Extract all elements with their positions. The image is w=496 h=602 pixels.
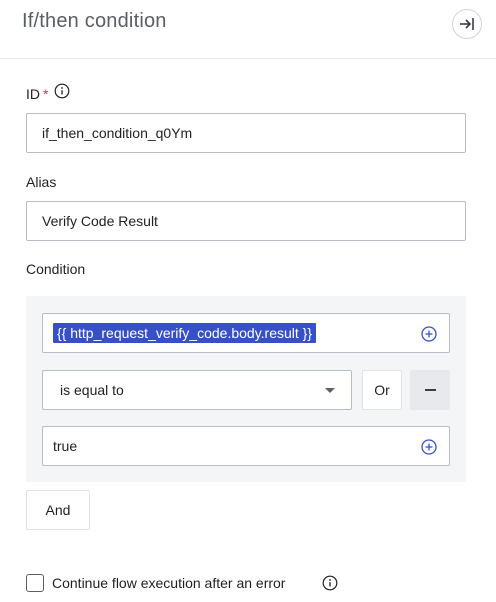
id-label: ID * bbox=[26, 86, 49, 102]
condition-group: {{ http_request_verify_code.body.result … bbox=[26, 296, 466, 482]
condition-label: Condition bbox=[26, 261, 86, 277]
plus-circle-icon[interactable] bbox=[421, 439, 437, 455]
id-field[interactable] bbox=[26, 113, 466, 153]
left-operand-field[interactable]: {{ http_request_verify_code.body.result … bbox=[42, 313, 450, 353]
operator-value: is equal to bbox=[60, 382, 124, 398]
right-operand-value: true bbox=[53, 438, 78, 454]
alias-label: Alias bbox=[26, 174, 57, 190]
required-marker: * bbox=[43, 86, 49, 102]
continue-info-icon[interactable] bbox=[322, 575, 338, 591]
variable-tag: {{ http_request_verify_code.body.result … bbox=[53, 323, 317, 343]
continue-on-error-label: Continue flow execution after an error bbox=[52, 575, 286, 591]
plus-circle-icon[interactable] bbox=[421, 326, 437, 342]
collapse-panel-button[interactable] bbox=[452, 9, 482, 39]
operator-select[interactable]: is equal to bbox=[42, 370, 352, 410]
right-operand-field[interactable]: true bbox=[42, 426, 450, 466]
or-button[interactable]: Or bbox=[362, 370, 402, 410]
collapse-panel-icon bbox=[460, 18, 474, 30]
caret-down-icon bbox=[325, 388, 335, 393]
panel-title: If/then condition bbox=[22, 10, 167, 32]
id-info-icon[interactable] bbox=[54, 83, 70, 99]
panel-header: If/then condition bbox=[0, 0, 496, 59]
remove-condition-button[interactable] bbox=[410, 370, 450, 410]
minus-icon bbox=[424, 389, 436, 391]
continue-on-error-checkbox[interactable] bbox=[26, 574, 44, 592]
alias-field[interactable] bbox=[26, 201, 466, 241]
and-button[interactable]: And bbox=[26, 490, 90, 530]
